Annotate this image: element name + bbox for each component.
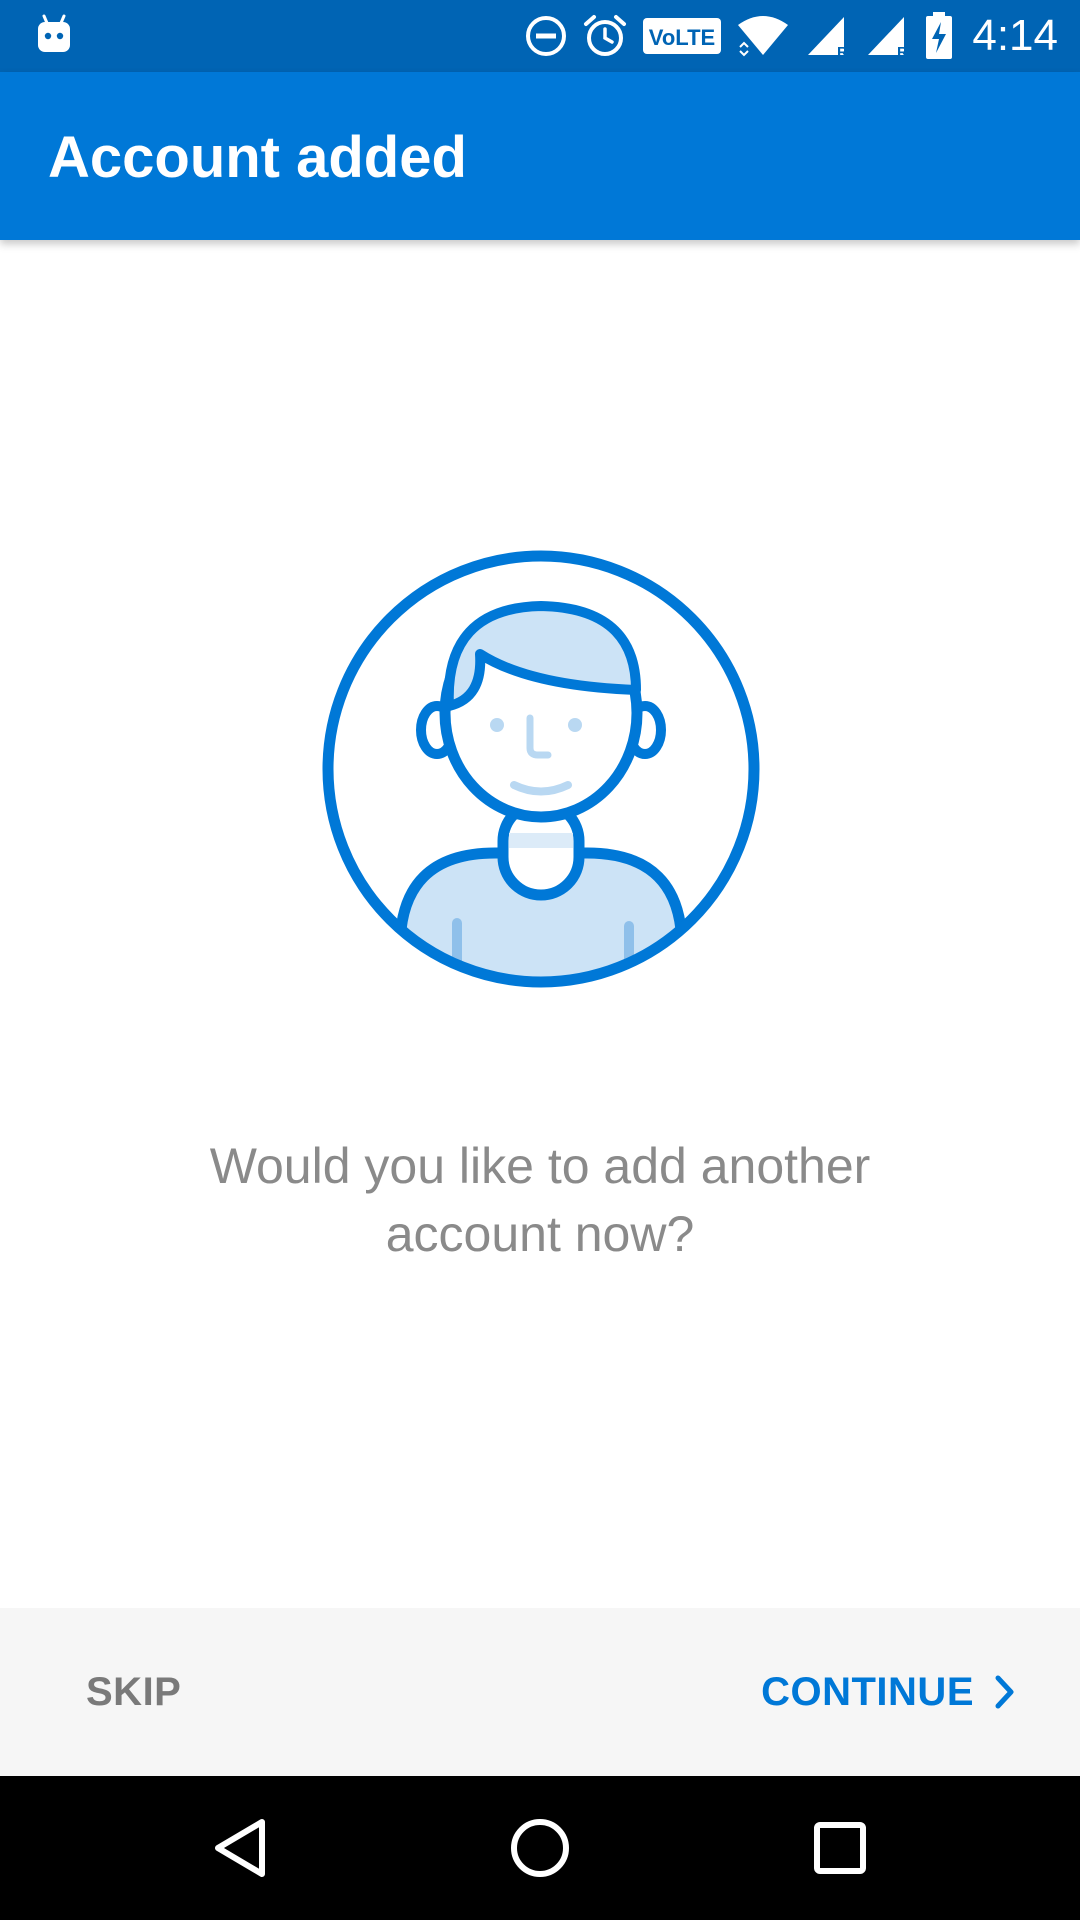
status-icons: VoLTE R R 4:14 [524, 0, 1058, 72]
home-icon [511, 1819, 569, 1877]
do-not-disturb-icon [526, 16, 567, 56]
recents-icon [814, 1822, 866, 1874]
add-account-prompt: Would you like to add another account no… [90, 1132, 990, 1268]
battery-charging-icon [926, 12, 953, 59]
signal-roaming-icon: R [868, 17, 908, 59]
status-bar: VoLTE R R 4:14 [0, 0, 1080, 72]
navigation-bar [0, 1776, 1080, 1920]
back-icon [215, 1819, 265, 1877]
status-time: 4:14 [972, 11, 1058, 60]
chevron-right-icon [995, 1675, 1014, 1709]
roaming-label: R [897, 44, 908, 59]
continue-button[interactable]: CONTINUE [761, 1608, 1016, 1776]
user-avatar-icon [322, 550, 760, 988]
android-debug-icon [38, 14, 70, 52]
volte-icon: VoLTE [643, 18, 722, 54]
volte-label: VoLTE [649, 25, 715, 50]
alarm-icon [584, 15, 627, 56]
home-button[interactable] [504, 1812, 576, 1884]
continue-label: CONTINUE [761, 1669, 974, 1714]
skip-button[interactable]: SKIP [86, 1608, 181, 1776]
signal-roaming-icon: R [808, 17, 848, 59]
prompt-line-2: account now? [385, 1206, 695, 1262]
roaming-label: R [837, 44, 848, 59]
recents-button[interactable] [804, 1812, 876, 1884]
back-button[interactable] [204, 1812, 276, 1884]
app-bar: Account added [0, 72, 1080, 240]
skip-label: SKIP [86, 1669, 182, 1714]
footer-bar: SKIP CONTINUE [0, 1608, 1080, 1776]
prompt-line-1: Would you like to add another [209, 1138, 871, 1194]
screen: VoLTE R R 4:14 Account added Would you l… [0, 0, 1080, 1920]
page-title: Account added [48, 125, 467, 190]
wifi-icon [738, 16, 789, 57]
